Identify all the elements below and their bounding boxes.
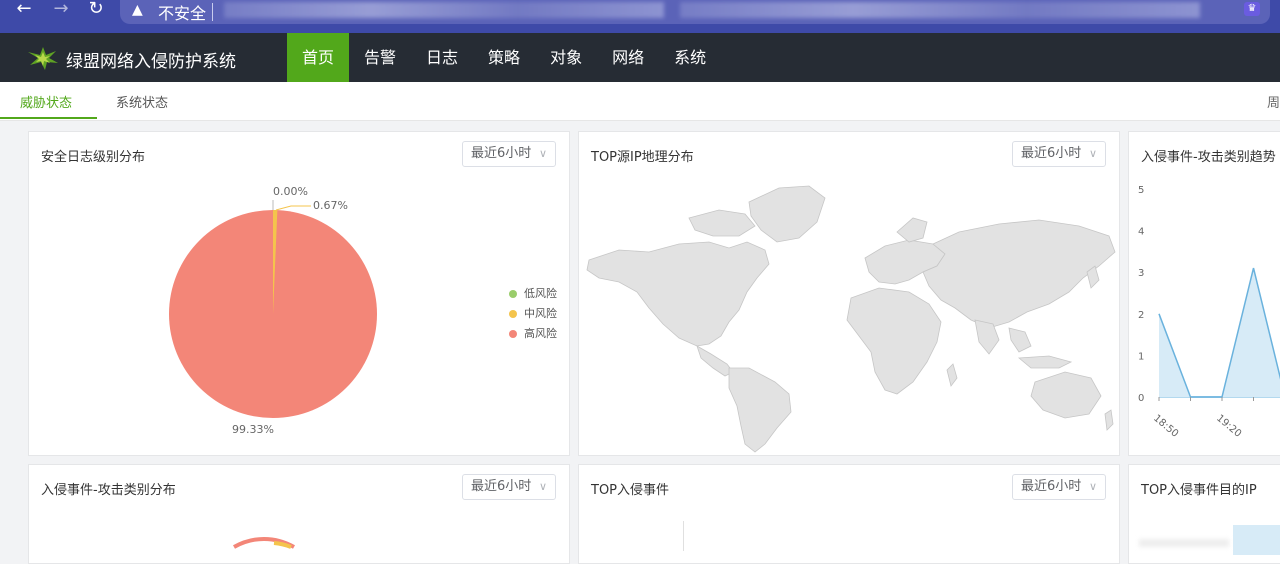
y-tick-label: 4: [1138, 227, 1144, 238]
address-bar[interactable]: ▲ 不安全: [120, 0, 1270, 24]
period-selector[interactable]: 周: [1267, 92, 1280, 111]
trend-area: [1159, 268, 1280, 397]
attack-type-pie: [233, 536, 295, 549]
map-north-america: [586, 241, 770, 347]
map-scandinavia: [896, 217, 928, 243]
card-log-level: 安全日志级别分布 最近6小时 ∨ 0.00% 0.67% 99.33% 低风险 …: [28, 131, 570, 456]
active-tab-indicator: [0, 117, 97, 119]
warning-icon: ▲: [132, 2, 143, 18]
back-icon[interactable]: ←: [14, 0, 34, 20]
card-trend: 入侵事件-攻击类别趋势 543210 18:50 19:20 19:50: [1128, 131, 1280, 456]
y-tick-label: 5: [1138, 185, 1144, 196]
insecure-label: 不安全: [158, 4, 207, 23]
legend-dot: [509, 290, 517, 298]
pie-chart: 0.00% 0.67% 99.33%: [169, 185, 377, 436]
pie-label-high: 99.33%: [232, 423, 274, 436]
browser-toolbar: ← → ↻ ▲ 不安全 ♛: [0, 0, 1280, 33]
label-line-mid: [275, 205, 311, 211]
legend-item-high[interactable]: 高风险: [509, 324, 557, 344]
map-south-america: [728, 367, 792, 453]
y-tick-label: 1: [1138, 351, 1144, 362]
logo-icon: [28, 47, 58, 70]
map-australia: [1030, 371, 1102, 419]
axis-line: [683, 521, 684, 551]
reload-icon[interactable]: ↻: [86, 0, 106, 20]
map-canada-islands: [688, 209, 756, 237]
trend-chart: 543210 18:50 19:20 19:50: [1138, 185, 1280, 440]
address-separator: [212, 3, 213, 21]
app-name: 绿盟网络入侵防护系统: [66, 52, 236, 72]
blurred-ip-label: [1139, 539, 1229, 547]
nav-logs[interactable]: 日志: [411, 33, 473, 82]
legend-dot: [509, 330, 517, 338]
nav-objects[interactable]: 对象: [535, 33, 597, 82]
forward-icon[interactable]: →: [51, 0, 71, 20]
nav-network[interactable]: 网络: [597, 33, 659, 82]
extension-icon[interactable]: ♛: [1244, 2, 1260, 16]
card-top-events: TOP入侵事件 最近6小时 ∨: [578, 464, 1120, 564]
chevron-down-icon: ∨: [1088, 480, 1097, 493]
card-attack-type: 入侵事件-攻击类别分布 最近6小时 ∨: [28, 464, 570, 564]
time-range-select[interactable]: 最近6小时 ∨: [1012, 474, 1106, 500]
map-africa: [846, 287, 942, 395]
pie-legend: 低风险 中风险 高风险: [509, 284, 557, 344]
tab-threat-status[interactable]: 威胁状态: [20, 92, 72, 111]
nav-system[interactable]: 系统: [659, 33, 721, 82]
y-tick-label: 3: [1138, 268, 1144, 279]
card-geo: TOP源IP地理分布 最近6小时 ∨: [578, 131, 1120, 456]
pie-label-mid: 0.67%: [313, 199, 348, 212]
y-tick-label: 0: [1138, 393, 1144, 404]
blurred-url: [224, 2, 664, 18]
nav-home[interactable]: 首页: [287, 33, 350, 82]
legend-item-low[interactable]: 低风险: [509, 284, 557, 304]
bar-top-dest: [1233, 525, 1280, 555]
sub-nav: 威胁状态 系统状态 周: [0, 82, 1280, 121]
blurred-url-tail: [680, 2, 1200, 18]
y-tick-label: 2: [1138, 310, 1144, 321]
pie-label-low: 0.00%: [273, 185, 308, 198]
map-central-america: [696, 345, 734, 377]
map-indonesia: [1017, 355, 1073, 369]
card-title: TOP入侵事件目的IP: [1141, 483, 1257, 498]
nav-alerts[interactable]: 告警: [349, 33, 411, 82]
map-new-zealand: [1104, 409, 1114, 431]
x-tick-label: 18:50: [1151, 413, 1180, 440]
main-nav: 首页 告警 日志 策略 对象 网络 系统: [287, 33, 721, 82]
x-tick-label: 19:20: [1214, 413, 1243, 440]
map-madagascar: [946, 363, 958, 387]
legend-dot: [509, 310, 517, 318]
map-asia: [922, 219, 1116, 329]
card-top-dest-ip: TOP入侵事件目的IP: [1128, 464, 1280, 564]
legend-item-mid[interactable]: 中风险: [509, 304, 557, 324]
nav-policy[interactable]: 策略: [473, 33, 535, 82]
tab-system-status[interactable]: 系统状态: [116, 92, 168, 111]
map-southeast-asia: [1008, 327, 1032, 353]
card-title: TOP入侵事件: [591, 483, 670, 498]
time-range-value: 最近6小时: [1021, 479, 1082, 494]
map-greenland: [748, 185, 826, 243]
world-map: [586, 185, 1116, 453]
app-header: 绿盟网络入侵防护系统 首页 告警 日志 策略 对象 网络 系统: [0, 33, 1280, 82]
